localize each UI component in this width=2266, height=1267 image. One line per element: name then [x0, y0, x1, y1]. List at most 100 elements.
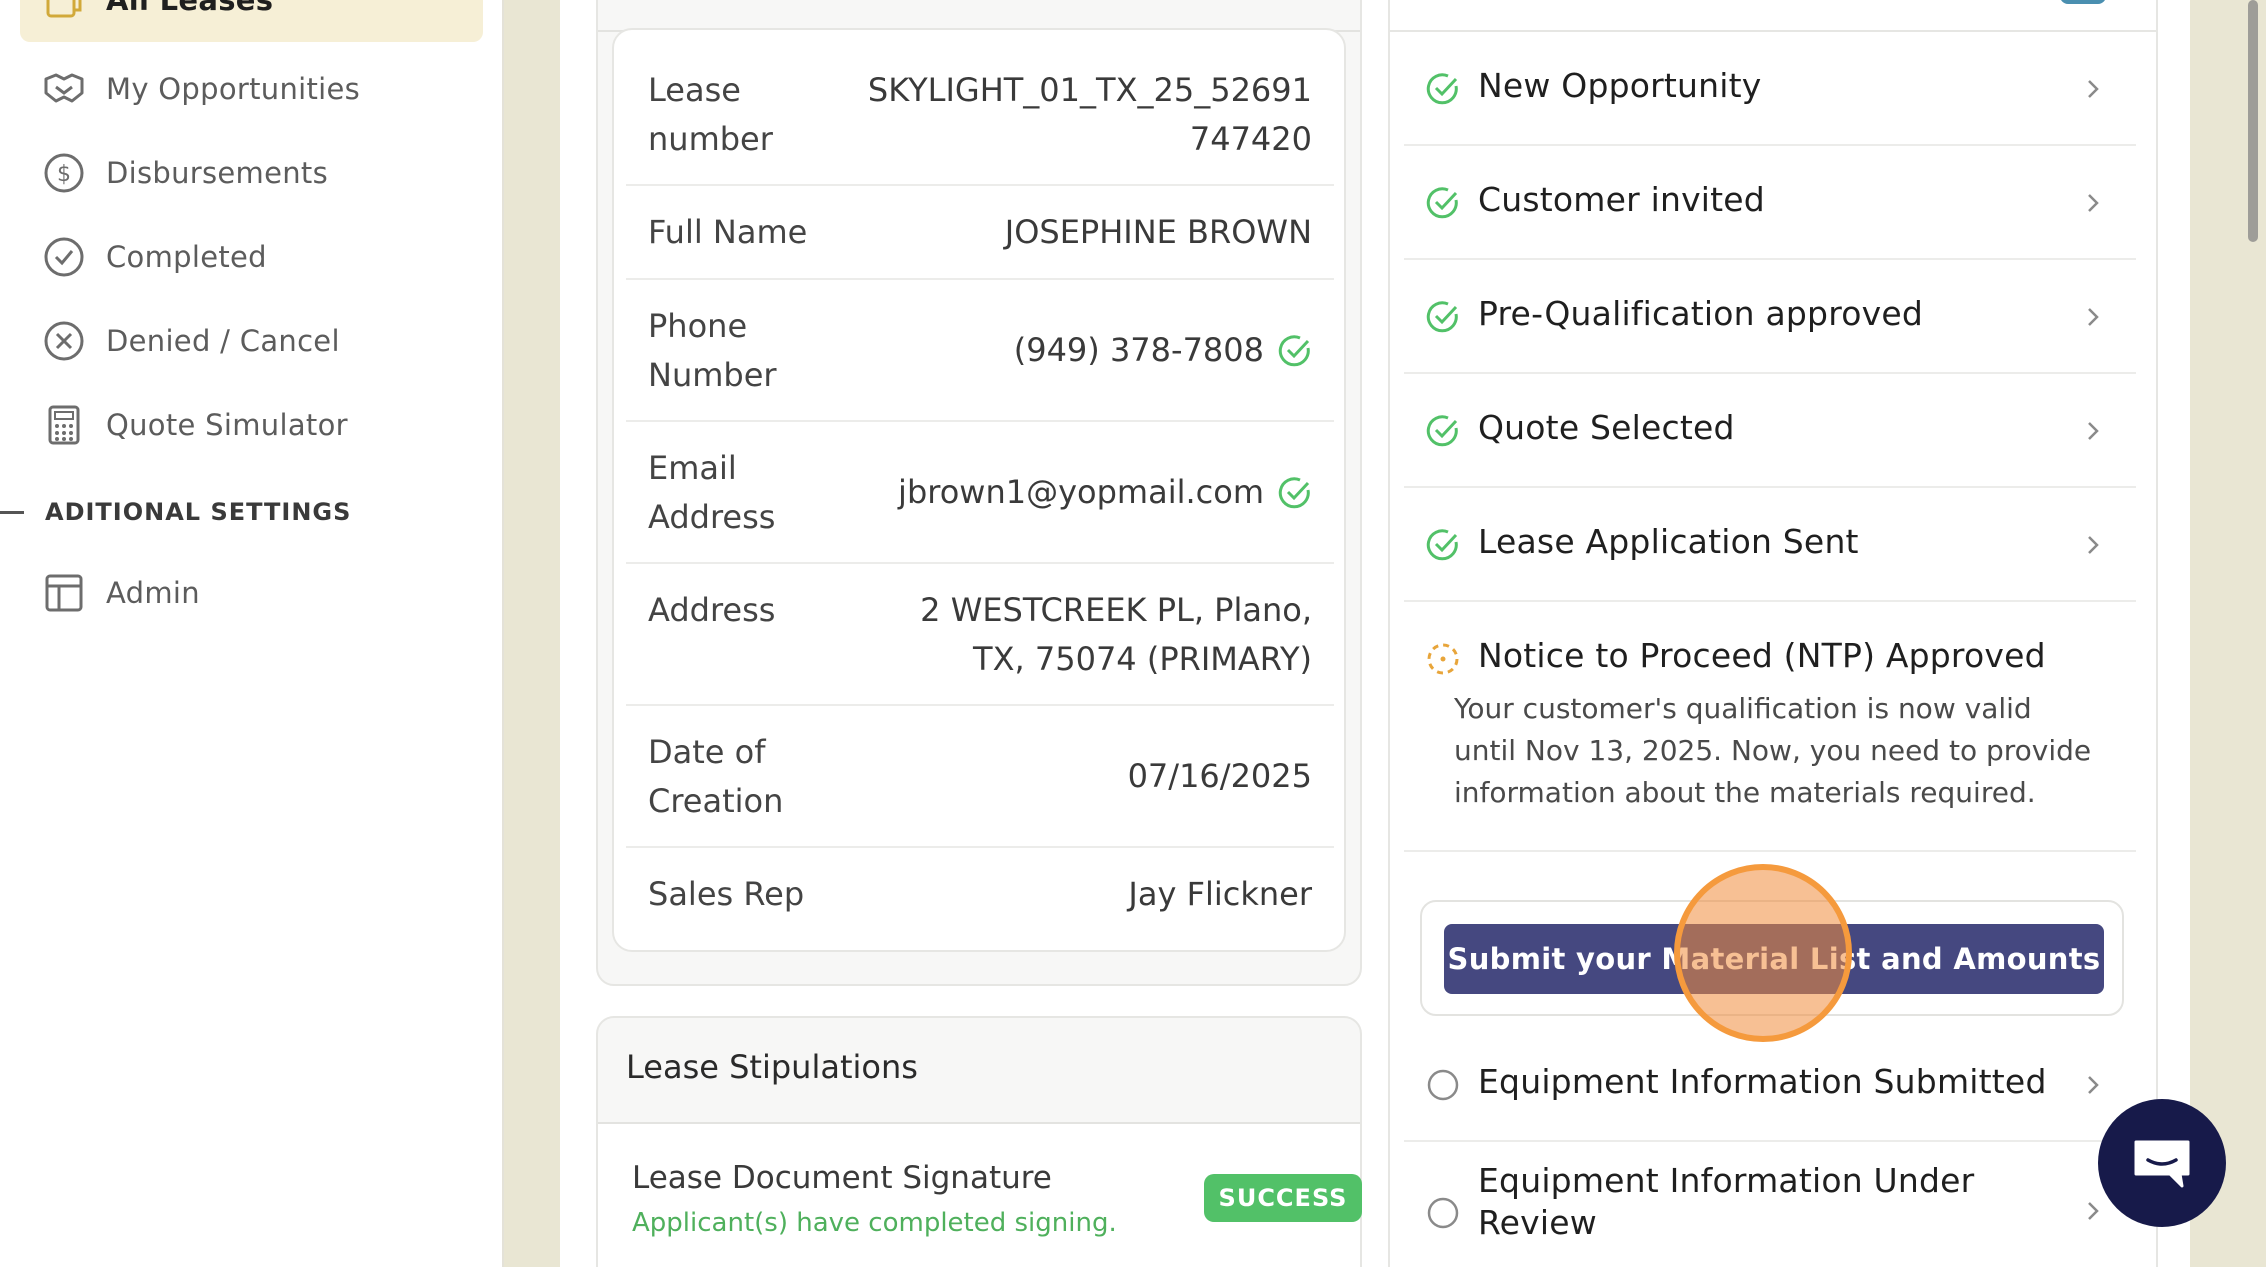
sidebar-item-admin[interactable]: Admin [20, 551, 483, 635]
step-quote-selected[interactable]: Quote Selected [1404, 374, 2136, 488]
detail-value-lease-number: SKYLIGHT_01_TX_25_52691 747420 [868, 66, 1312, 164]
chevron-right-icon [2088, 194, 2099, 212]
chevron-right-icon [2088, 80, 2099, 98]
chevron-right-icon [2088, 422, 2099, 440]
detail-row-email: Email Address jbrown1@yopmail.com [626, 422, 1334, 564]
chat-bubble-icon [2134, 1140, 2190, 1188]
sidebar-item-label: All Leases [106, 0, 274, 17]
step-ntp-approved: Notice to Proceed (NTP) Approved Your cu… [1404, 602, 2136, 852]
scrollbar-thumb[interactable] [2248, 0, 2258, 242]
detail-label: Address [648, 591, 776, 629]
detail-value-line: TX, 75074 (PRIMARY) [973, 640, 1312, 678]
step-label: Pre-Qualification approved [1478, 294, 1924, 333]
detail-label: Email Address [648, 449, 776, 536]
step-complete-check-icon [1426, 415, 1458, 447]
detail-value-sales-rep: Jay Flickner [1128, 875, 1312, 913]
step-label: Customer invited [1478, 180, 1765, 219]
step-complete-check-icon [1426, 529, 1458, 561]
section-collapse-dash[interactable] [0, 511, 24, 514]
sidebar-item-quote-simulator[interactable]: Quote Simulator [20, 383, 483, 467]
step-complete-check-icon [1426, 301, 1458, 333]
sidebar-item-label: My Opportunities [106, 72, 361, 106]
check-circle-icon [42, 235, 86, 279]
step-pre-qualification-approved[interactable]: Pre-Qualification approved [1404, 260, 2136, 374]
sidebar-item-label: Completed [106, 240, 267, 274]
detail-label: Phone Number [648, 307, 777, 394]
sidebar-item-my-opportunities[interactable]: My Opportunities [20, 47, 483, 131]
chevron-right-icon [2088, 308, 2099, 326]
sidebar-item-all-leases[interactable]: All Leases [20, 0, 483, 42]
detail-value-line: 747420 [1189, 120, 1312, 158]
detail-row-phone: Phone Number (949) 378-7808 [626, 280, 1334, 422]
step-label: New Opportunity [1478, 66, 1762, 105]
lease-stipulations-card: Lease Stipulations Lease Document Signat… [596, 1016, 1362, 1267]
detail-label: Sales Rep [648, 875, 805, 913]
svg-text:$: $ [57, 162, 71, 187]
detail-value-line: SKYLIGHT_01_TX_25_52691 [867, 71, 1312, 109]
header-accent [2060, 0, 2106, 4]
step-label: Lease Application Sent [1478, 522, 1859, 561]
chevron-right-icon [2088, 1202, 2099, 1220]
stipulations-header: Lease Stipulations [598, 1018, 1360, 1124]
stipulations-title: Lease Stipulations [626, 1048, 918, 1086]
detail-row-lease-number: Lease number SKYLIGHT_01_TX_25_52691 747… [626, 42, 1334, 186]
card-header [1390, 0, 2156, 32]
step-empty-circle-icon [1427, 1069, 1459, 1101]
step-equipment-info-under-review[interactable]: Equipment Information Under Review [1404, 1142, 2136, 1267]
dollar-circle-icon: $ [42, 151, 86, 195]
detail-row-date-of-creation: Date of Creation 07/16/2025 [626, 706, 1334, 848]
detail-value-email: jbrown1@yopmail.com [898, 468, 1312, 517]
step-new-opportunity[interactable]: New Opportunity [1404, 32, 2136, 146]
sidebar-item-label: Quote Simulator [106, 408, 348, 442]
phone-value: (949) 378-7808 [1013, 331, 1264, 369]
stipulation-name: Lease Document Signature [632, 1160, 1052, 1196]
step-complete-check-icon [1426, 73, 1458, 105]
lease-progress-card: New Opportunity Customer invited Pre-Qua… [1388, 0, 2158, 1267]
step-customer-invited[interactable]: Customer invited [1404, 146, 2136, 260]
leases-icon [42, 0, 86, 22]
detail-value-full-name: JOSEPHINE BROWN [1004, 213, 1312, 251]
step-label: Equipment Information Under Review [1478, 1161, 1975, 1242]
step-label: Notice to Proceed (NTP) Approved [1478, 636, 2046, 675]
step-pending-dashed-icon [1427, 643, 1459, 675]
handshake-icon [42, 67, 86, 111]
chat-widget-button[interactable] [2098, 1099, 2226, 1227]
x-circle-icon [42, 319, 86, 363]
stipulation-item: Lease Document Signature Applicant(s) ha… [598, 1124, 1362, 1267]
detail-row-full-name: Full Name JOSEPHINE BROWN [626, 186, 1334, 280]
detail-row-address: Address 2 WESTCREEK PL, Plano, TX, 75074… [626, 564, 1334, 706]
detail-row-sales-rep: Sales Rep Jay Flickner [626, 848, 1334, 942]
step-description: Your customer's qualification is now val… [1454, 692, 2092, 809]
sidebar-item-completed[interactable]: Completed [20, 215, 483, 299]
status-badge: SUCCESS [1204, 1174, 1362, 1222]
step-empty-circle-icon [1427, 1197, 1459, 1229]
detail-value-address: 2 WESTCREEK PL, Plano, TX, 75074 (PRIMAR… [920, 586, 1312, 684]
calculator-icon [42, 403, 86, 447]
detail-value-phone: (949) 378-7808 [1014, 326, 1312, 375]
section-title-additional-settings: ADITIONAL SETTINGS [45, 498, 352, 526]
chevron-right-icon [2088, 536, 2099, 554]
sidebar: All Leases My Opportunities $ Disburseme… [0, 0, 504, 1267]
detail-value-date: 07/16/2025 [1127, 757, 1312, 795]
layout-icon [42, 571, 86, 615]
step-label: Quote Selected [1478, 408, 1735, 447]
email-value: jbrown1@yopmail.com [898, 473, 1264, 511]
sidebar-item-label: Admin [106, 576, 200, 610]
detail-label: Lease number [648, 71, 773, 158]
step-equipment-info-submitted[interactable]: Equipment Information Submitted [1404, 1028, 2136, 1142]
sidebar-item-label: Disbursements [106, 156, 329, 190]
step-complete-check-icon [1426, 187, 1458, 219]
detail-value-line: 2 WESTCREEK PL, Plano, [920, 591, 1312, 629]
detail-label: Date of Creation [648, 733, 784, 820]
detail-label: Full Name [648, 213, 808, 251]
verified-check-icon [1278, 334, 1310, 366]
stipulation-detail: Applicant(s) have completed signing. [632, 1208, 1117, 1238]
lease-details-card: Lease number SKYLIGHT_01_TX_25_52691 747… [596, 0, 1362, 986]
sidebar-item-disbursements[interactable]: $ Disbursements [20, 131, 483, 215]
click-indicator [1674, 864, 1852, 1042]
step-label: Equipment Information Submitted [1478, 1062, 2047, 1101]
verified-check-icon [1278, 476, 1310, 508]
sidebar-item-label: Denied / Cancel [106, 324, 340, 358]
sidebar-item-denied-cancel[interactable]: Denied / Cancel [20, 299, 483, 383]
step-lease-application-sent[interactable]: Lease Application Sent [1404, 488, 2136, 602]
